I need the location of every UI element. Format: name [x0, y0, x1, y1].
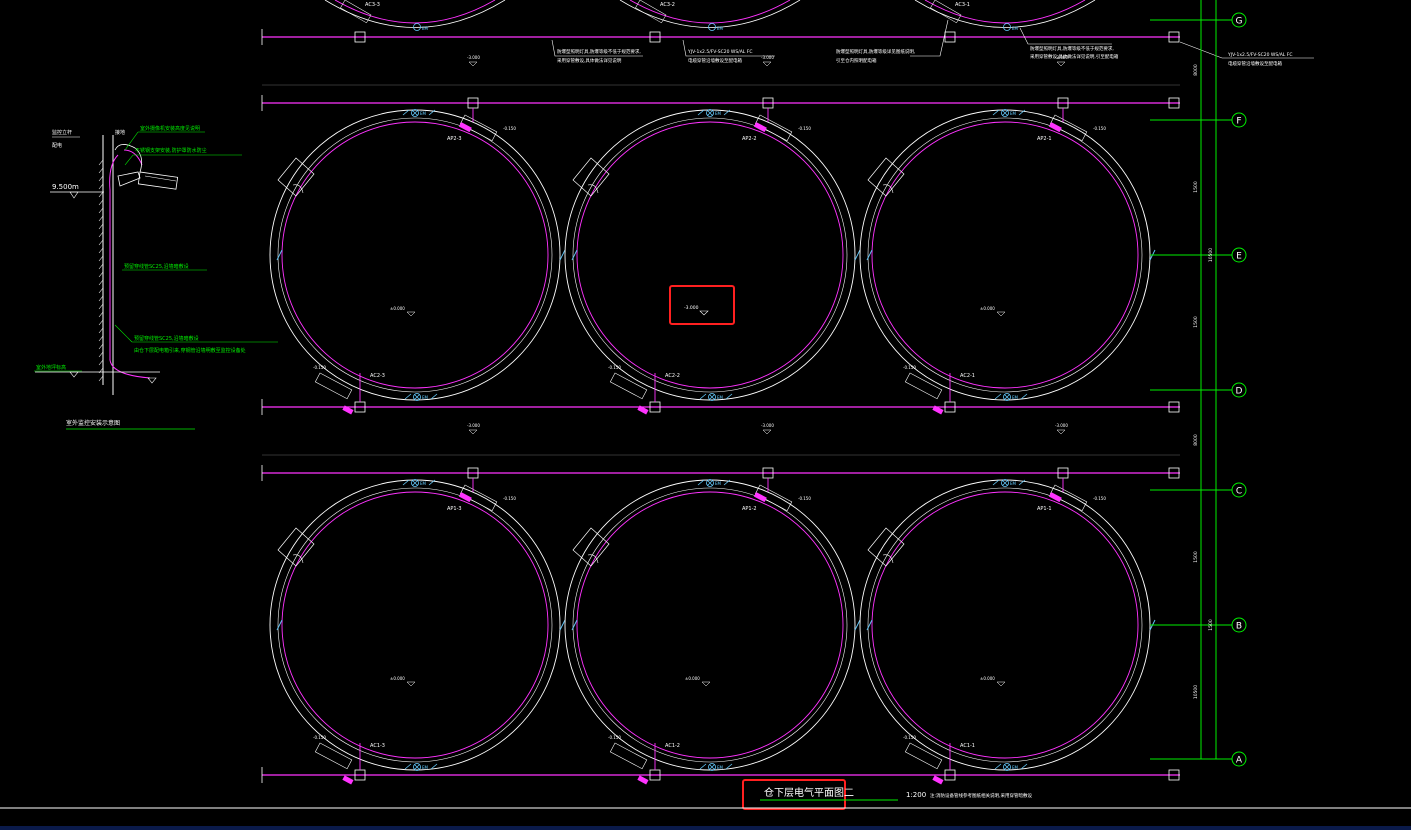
cad-drawing-canvas[interactable]: -3.000 -3.000 -3.000-3.000 -3.000 -3.000 EME…: [0, 0, 1411, 830]
panel-label-bottom: AC2-2: [665, 373, 680, 379]
row-elevation-text: -3.000: [1055, 423, 1068, 428]
em-label: EM: [420, 481, 427, 486]
em-label: EM: [1012, 26, 1019, 31]
em-label: EM: [715, 481, 722, 486]
em-label: EM: [422, 26, 429, 31]
row-elevation-text: -3.000: [761, 423, 774, 428]
detail-label-ground: 接地: [115, 129, 125, 136]
top-note-1a: 防爆型照明灯具,防爆等级不低于规范要求,: [557, 48, 641, 55]
center-elevation: ±0.000: [685, 676, 700, 681]
top-note-3a: 防爆型照明灯具,防爆等级详见图纸说明,: [836, 48, 915, 55]
center-elevation: ±0.000: [980, 676, 995, 681]
panel-label-top: AP1-3: [447, 506, 462, 512]
drawing-scale: 1:200: [906, 791, 926, 799]
detail-title: 室外监控安装示意图: [66, 419, 120, 427]
side-elevation: -0.150: [503, 496, 516, 501]
detail-note-1: 室外摄像机安装高度见说明: [140, 125, 200, 132]
em-label: EM: [422, 765, 429, 770]
detail-note-4: 预留穿线管SC25,沿墙暗敷设: [134, 335, 199, 342]
top-note-5a: YJV-1x2.5/FV-SC20 WS/AL FC: [1227, 52, 1292, 58]
grid-axis-label: F: [1236, 117, 1241, 127]
detail-note-5: 由仓下层配电箱引来,穿钢管沿墙明敷至监控设备处: [134, 347, 246, 354]
dimension-text: 10500: [1193, 685, 1199, 699]
grid-axis-label: A: [1236, 756, 1243, 766]
side-elevation: -0.150: [903, 735, 916, 740]
panel-label-top: AP2-2: [742, 136, 757, 142]
grid-axis-label: G: [1236, 17, 1243, 27]
dimension-text: 8000: [1193, 64, 1199, 76]
panel-label-top: AC3-1: [955, 2, 970, 8]
panel-label-top: AP1-2: [742, 506, 757, 512]
row-elevation-text: -3.000: [467, 55, 480, 60]
drawing-note: 注:消防设备管线参考图纸相关说明,采用穿管暗敷设: [930, 792, 1032, 799]
command-bar: [0, 826, 1411, 830]
detail-label-pole: 监控立杆: [52, 129, 72, 136]
side-elevation: -0.150: [503, 126, 516, 131]
drawing-title: 仓下层电气平面图二: [764, 786, 854, 799]
dimension-text: 10500: [1208, 248, 1214, 262]
em-label: EM: [1010, 481, 1017, 486]
row-elevation-text: -3.000: [467, 423, 480, 428]
panel-label-bottom: AC1-3: [370, 743, 385, 749]
em-label: EM: [422, 395, 429, 400]
grid-axis-label: B: [1236, 622, 1242, 632]
em-label: EM: [715, 111, 722, 116]
detail-label-power: 配电: [52, 142, 62, 149]
panel-label-top: AC3-2: [660, 2, 675, 8]
detail-note-2: 不锈钢支架安装,防护罩防水防尘: [135, 147, 207, 154]
panel-label-top: AP1-1: [1037, 506, 1052, 512]
center-elevation: ±0.000: [390, 306, 405, 311]
panel-label-bottom: AC1-2: [665, 743, 680, 749]
drawing-background: [0, 0, 1411, 830]
top-note-2a: YJV-1x2.5/FV-SC20 WS/AL FC: [687, 49, 752, 55]
panel-label-bottom: AC2-3: [370, 373, 385, 379]
panel-label-top: AP2-1: [1037, 136, 1052, 142]
em-label: EM: [717, 395, 724, 400]
top-note-2b: 电缆穿管沿墙敷设至配电箱: [688, 57, 742, 64]
detail-ground-note: 室外地坪标高: [36, 364, 66, 371]
em-label: EM: [1010, 111, 1017, 116]
detail-elevation: 9.500m: [52, 183, 79, 191]
em-label: EM: [1012, 395, 1019, 400]
top-note-4b: 采用穿管敷设,具体做法详见说明,引至配电箱: [1030, 53, 1119, 60]
grid-axis-label: D: [1236, 387, 1243, 397]
side-elevation: -0.150: [313, 735, 326, 740]
detail-note-3: 预留穿线管SC25,沿墙暗敷设: [124, 263, 189, 270]
panel-label-bottom: AC2-1: [960, 373, 975, 379]
dimension-text: 1500: [1193, 551, 1199, 563]
side-elevation: -0.150: [1093, 126, 1106, 131]
em-label: EM: [420, 111, 427, 116]
em-label: EM: [717, 26, 724, 31]
center-elevation: ±0.000: [980, 306, 995, 311]
side-elevation: -0.150: [313, 365, 326, 370]
grid-axis-label: C: [1236, 487, 1242, 497]
grid-axis-label: E: [1236, 252, 1242, 262]
dimension-text: 1500: [1193, 181, 1199, 193]
center-elevation: ±0.000: [390, 676, 405, 681]
side-elevation: -0.150: [1093, 496, 1106, 501]
top-note-1b: 采用穿管敷设,具体做法详见说明: [557, 57, 622, 64]
top-note-3b: 引至仓内照明配电箱: [836, 57, 877, 64]
dimension-text: 1500: [1208, 619, 1214, 631]
em-label: EM: [717, 765, 724, 770]
side-elevation: -0.150: [608, 735, 621, 740]
dimension-text: 1500: [1193, 316, 1199, 328]
top-note-5b: 电缆穿管沿墙敷设至配电箱: [1228, 60, 1282, 67]
side-elevation: -0.150: [608, 365, 621, 370]
panel-label-top: AP2-3: [447, 136, 462, 142]
top-note-4a: 防爆型照明灯具,防爆等级不低于规范要求,: [1030, 45, 1114, 52]
side-elevation: -0.150: [798, 496, 811, 501]
highlight-elevation-text: -3.000: [684, 305, 699, 311]
side-elevation: -0.150: [903, 365, 916, 370]
dimension-text: 8000: [1193, 434, 1199, 446]
panel-label-bottom: AC1-1: [960, 743, 975, 749]
em-label: EM: [1012, 765, 1019, 770]
side-elevation: -0.150: [798, 126, 811, 131]
panel-label-top: AC3-3: [365, 2, 380, 8]
